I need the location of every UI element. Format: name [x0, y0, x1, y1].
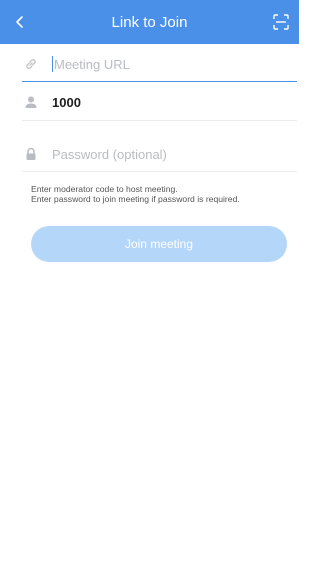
hint-line-moderator: Enter moderator code to host meeting.	[31, 184, 178, 194]
user-icon	[22, 93, 40, 111]
scan-button[interactable]	[269, 10, 293, 34]
back-button[interactable]	[8, 10, 32, 34]
page-title: Link to Join	[111, 13, 188, 31]
app-header: Link to Join	[0, 0, 299, 44]
password-field-row	[22, 137, 297, 172]
link-icon	[22, 55, 40, 73]
meeting-url-field-row	[22, 47, 297, 82]
lock-icon	[22, 145, 40, 163]
hint-line-password: Enter password to join meeting if passwo…	[31, 194, 240, 204]
chevron-left-icon	[16, 16, 23, 28]
text-caret	[52, 56, 53, 72]
user-id-input[interactable]	[52, 94, 272, 110]
password-input[interactable]	[52, 146, 272, 162]
meeting-url-input[interactable]	[54, 56, 274, 72]
scan-icon	[273, 14, 289, 30]
user-field-row	[22, 84, 297, 121]
hint-text: Enter moderator code to host meeting. En…	[31, 184, 293, 204]
join-meeting-button[interactable]: Join meeting	[31, 226, 287, 262]
